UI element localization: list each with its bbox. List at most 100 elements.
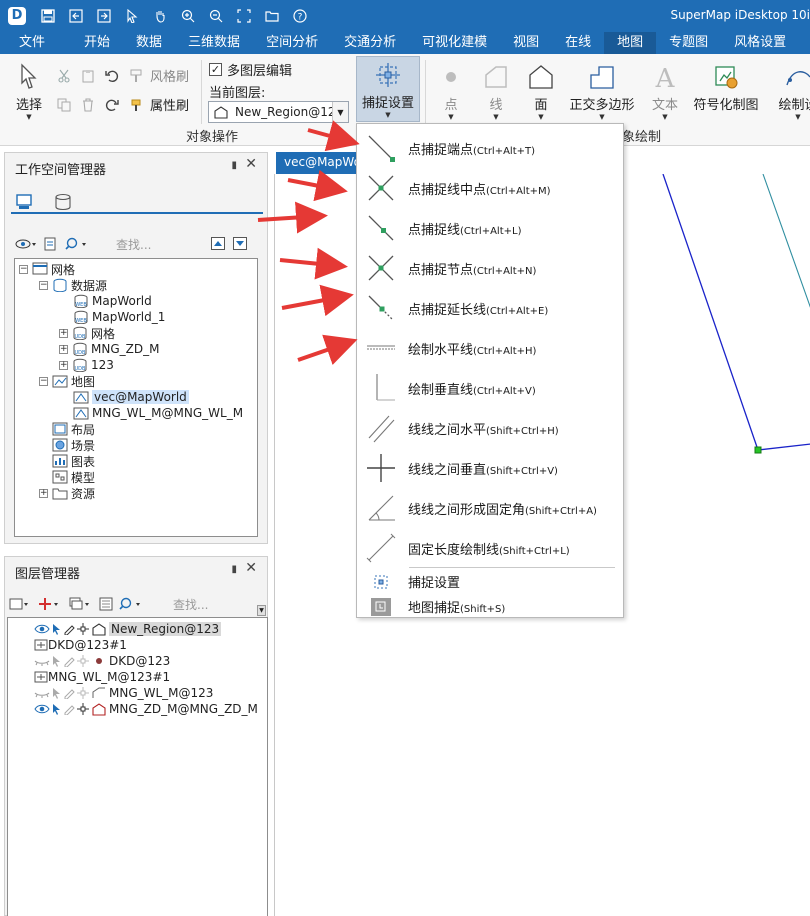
- cut-icon[interactable]: [54, 67, 74, 85]
- snap-settings-button[interactable]: 捕捉设置 ▼: [356, 58, 420, 119]
- symbolize-button[interactable]: 符号化制图: [690, 60, 762, 113]
- pointer-icon[interactable]: [118, 6, 146, 26]
- draw-text-button[interactable]: A 文本 ▼: [645, 60, 685, 121]
- snap-menu-item[interactable]: 绘制水平线(Ctrl+Alt+H): [357, 328, 623, 368]
- snappable-icon[interactable]: [77, 655, 89, 667]
- style-brush-icon[interactable]: [126, 67, 146, 85]
- copy-icon[interactable]: [54, 96, 74, 114]
- checkbox-checked-icon[interactable]: ✓: [209, 63, 222, 76]
- menu-item[interactable]: 视图: [500, 32, 552, 54]
- snap-menu-item[interactable]: 线线之间垂直(Shift+Ctrl+V): [357, 448, 623, 488]
- menu-item[interactable]: 可视化建模: [409, 32, 500, 54]
- move-down-icon[interactable]: [233, 237, 247, 253]
- paste-icon[interactable]: [78, 67, 98, 85]
- menu-item[interactable]: 开始: [71, 32, 123, 54]
- attribute-brush-icon[interactable]: [126, 96, 146, 114]
- tree-item-resources[interactable]: + 资源: [39, 485, 95, 501]
- layer-row[interactable]: MNG_ZD_M@MNG_ZD_M: [34, 701, 258, 717]
- pin-icon[interactable]: ▮: [231, 564, 237, 575]
- expand-icon[interactable]: +: [59, 344, 68, 354]
- open-folder-icon[interactable]: [258, 6, 286, 26]
- menu-item[interactable]: 地图: [604, 32, 657, 54]
- draw-line-button[interactable]: 线 ▼: [478, 60, 514, 121]
- pin-icon[interactable]: ▮: [231, 160, 237, 171]
- tree-item-datasource[interactable]: WEB MapWorld: [73, 293, 152, 309]
- selectable-icon[interactable]: [51, 703, 61, 715]
- layer-group-icon[interactable]: [69, 597, 93, 614]
- tree-item-root[interactable]: − 网格: [19, 261, 75, 277]
- delete-icon[interactable]: [78, 96, 98, 114]
- snap-menu-item[interactable]: 点捕捉延长线(Ctrl+Alt+E): [357, 288, 623, 328]
- editable-icon[interactable]: [63, 687, 75, 699]
- style-brush-label[interactable]: 风格刷: [150, 66, 189, 85]
- layer-row[interactable]: DKD@123: [34, 653, 170, 669]
- snap-menu-item[interactable]: 固定长度绘制线(Shift+Ctrl+L): [357, 528, 623, 568]
- layer-row[interactable]: MNG_WL_M@123#1: [34, 669, 170, 685]
- eye-hidden-icon[interactable]: [34, 655, 50, 667]
- full-extent-icon[interactable]: [230, 6, 258, 26]
- eye-visible-icon[interactable]: [34, 703, 50, 715]
- undo-icon[interactable]: [102, 67, 122, 85]
- collapse-icon[interactable]: −: [39, 376, 48, 386]
- zoom-in-icon[interactable]: [174, 6, 202, 26]
- tree-item-datasources[interactable]: − 数据源: [39, 277, 107, 293]
- workspace-properties-icon[interactable]: [43, 237, 59, 254]
- add-icon[interactable]: [39, 597, 63, 614]
- editable-icon[interactable]: [63, 703, 75, 715]
- import-icon[interactable]: [62, 6, 90, 26]
- snappable-icon[interactable]: [77, 687, 89, 699]
- snap-menu-item[interactable]: 点捕捉线(Ctrl+Alt+L): [357, 208, 623, 248]
- snap-menu-item[interactable]: 绘制垂直线(Ctrl+Alt+V): [357, 368, 623, 408]
- pan-hand-icon[interactable]: [146, 6, 174, 26]
- editable-icon[interactable]: [63, 623, 75, 635]
- tree-item-map[interactable]: MNG_WL_M@MNG_WL_M: [73, 405, 243, 421]
- move-up-icon[interactable]: [211, 237, 225, 253]
- expand-icon[interactable]: +: [59, 360, 68, 370]
- menu-item[interactable]: 三维数据: [175, 32, 253, 54]
- map-snap-menu-item[interactable]: 地图捕捉(Shift+S): [357, 594, 623, 619]
- close-icon[interactable]: ✕: [245, 560, 257, 576]
- eye-hidden-icon[interactable]: [34, 687, 50, 699]
- export-icon[interactable]: [90, 6, 118, 26]
- zoom-out-icon[interactable]: [202, 6, 230, 26]
- layer-row[interactable]: New_Region@123: [34, 621, 222, 637]
- snap-menu-item[interactable]: 点捕捉节点(Ctrl+Alt+N): [357, 248, 623, 288]
- expand-icon[interactable]: +: [39, 488, 48, 498]
- view-options-icon[interactable]: [15, 237, 37, 254]
- orthogonal-polygon-button[interactable]: 正交多边形 ▼: [566, 60, 638, 121]
- tree-item-models[interactable]: 模型: [52, 469, 95, 485]
- redo-icon[interactable]: [102, 96, 122, 114]
- tree-item-charts[interactable]: 图表: [52, 453, 95, 469]
- snap-menu-item[interactable]: 点捕捉线中点(Ctrl+Alt+M): [357, 168, 623, 208]
- tree-item-datasource[interactable]: + UDB 网格: [59, 325, 115, 341]
- workspace-tab-icon[interactable]: [15, 193, 35, 214]
- selectable-icon[interactable]: [51, 623, 61, 635]
- layer-row[interactable]: MNG_WL_M@123: [34, 685, 213, 701]
- snappable-icon[interactable]: [77, 623, 89, 635]
- selectable-icon[interactable]: [51, 687, 61, 699]
- snap-settings-menu-item[interactable]: 捕捉设置: [357, 569, 623, 594]
- tree-item-layouts[interactable]: 布局: [52, 421, 95, 437]
- workspace-search-input[interactable]: 查找...: [116, 235, 196, 253]
- draw-settings-button[interactable]: 绘制设 ▼: [768, 60, 810, 121]
- draw-face-button[interactable]: 面 ▼: [522, 60, 560, 121]
- selectable-icon[interactable]: [51, 655, 61, 667]
- multi-layer-edit-checkbox[interactable]: ✓ 多图层编辑: [209, 60, 292, 79]
- tree-item-map[interactable]: vec@MapWorld: [73, 389, 189, 405]
- scroll-down-icon[interactable]: ▼: [257, 605, 266, 616]
- tree-item-scenes[interactable]: 场景: [52, 437, 95, 453]
- add-layer-icon[interactable]: [9, 597, 33, 614]
- menu-item[interactable]: 在线: [552, 32, 604, 54]
- eye-visible-icon[interactable]: [34, 623, 50, 635]
- editable-icon[interactable]: [63, 655, 75, 667]
- layer-properties-icon[interactable]: [99, 597, 113, 614]
- snap-menu-item[interactable]: 点捕捉端点(Ctrl+Alt+T): [357, 128, 623, 168]
- draw-point-button[interactable]: 点 ▼: [434, 60, 468, 121]
- menu-item[interactable]: 专题图: [656, 32, 721, 54]
- collapse-icon[interactable]: −: [19, 264, 28, 274]
- expand-icon[interactable]: +: [59, 328, 68, 338]
- menu-item[interactable]: 交通分析: [331, 32, 409, 54]
- menu-item[interactable]: 数据: [123, 32, 175, 54]
- tree-item-maps[interactable]: − 地图: [39, 373, 95, 389]
- layer-search-input[interactable]: 查找...: [173, 595, 253, 613]
